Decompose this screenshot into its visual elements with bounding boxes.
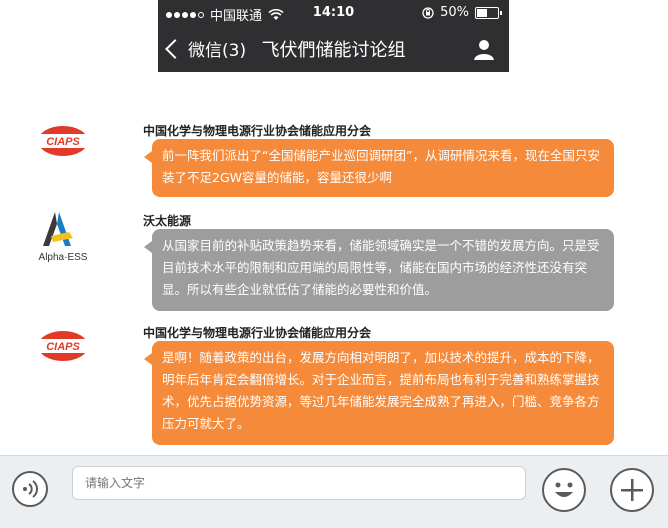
status-bar: 中国联通 14:10 50% <box>158 0 509 26</box>
add-button[interactable] <box>610 468 654 512</box>
avatar-text: Alpha·ESS <box>39 252 88 263</box>
battery-icon <box>475 6 502 19</box>
alpha-ess-logo-avatar[interactable]: Alpha·ESS <box>33 206 93 266</box>
phone-header: 中国联通 14:10 50% 微信(3) 飞伏們储能讨论组 <box>158 0 509 72</box>
emoji-button[interactable] <box>542 468 586 512</box>
message-input[interactable] <box>72 466 526 500</box>
battery-area: 50% <box>422 5 502 20</box>
battery-percent: 50% <box>440 5 469 20</box>
sender-name: 沃太能源 <box>143 214 192 228</box>
nav-bar: 微信(3) 飞伏們储能讨论组 <box>158 26 509 72</box>
chat-title: 飞伏們储能讨论组 <box>261 40 406 61</box>
avatar-text: CIAPS <box>46 341 80 353</box>
voice-icon <box>23 480 38 498</box>
person-icon[interactable] <box>473 38 495 60</box>
sender-name: 中国化学与物理电源行业协会储能应用分会 <box>143 124 372 138</box>
sender-name: 中国化学与物理电源行业协会储能应用分会 <box>143 326 372 340</box>
rotation-lock-icon <box>422 6 434 19</box>
ciaps-logo-avatar[interactable]: CIAPS <box>33 121 93 161</box>
avatar-text: CIAPS <box>46 136 80 148</box>
message-bubble[interactable]: 是啊！随着政策的出台，发展方向相对明朗了，加以技术的提升，成本的下降，明年后年肯… <box>144 341 614 445</box>
message-bubble[interactable]: 前一阵我们派出了“全国储能产业巡回调研团”，从调研情况来看，现在全国只安装了不足… <box>144 139 614 197</box>
emoji-icon <box>555 482 573 497</box>
ciaps-logo-avatar[interactable]: CIAPS <box>33 326 93 366</box>
message-bubble[interactable]: 从国家目前的补贴政策趋势来看，储能领域确实是一个不错的发展方向。只是受目前技术水… <box>144 229 614 311</box>
voice-button[interactable] <box>12 471 48 507</box>
plus-icon <box>621 479 643 501</box>
input-bar <box>0 455 668 528</box>
